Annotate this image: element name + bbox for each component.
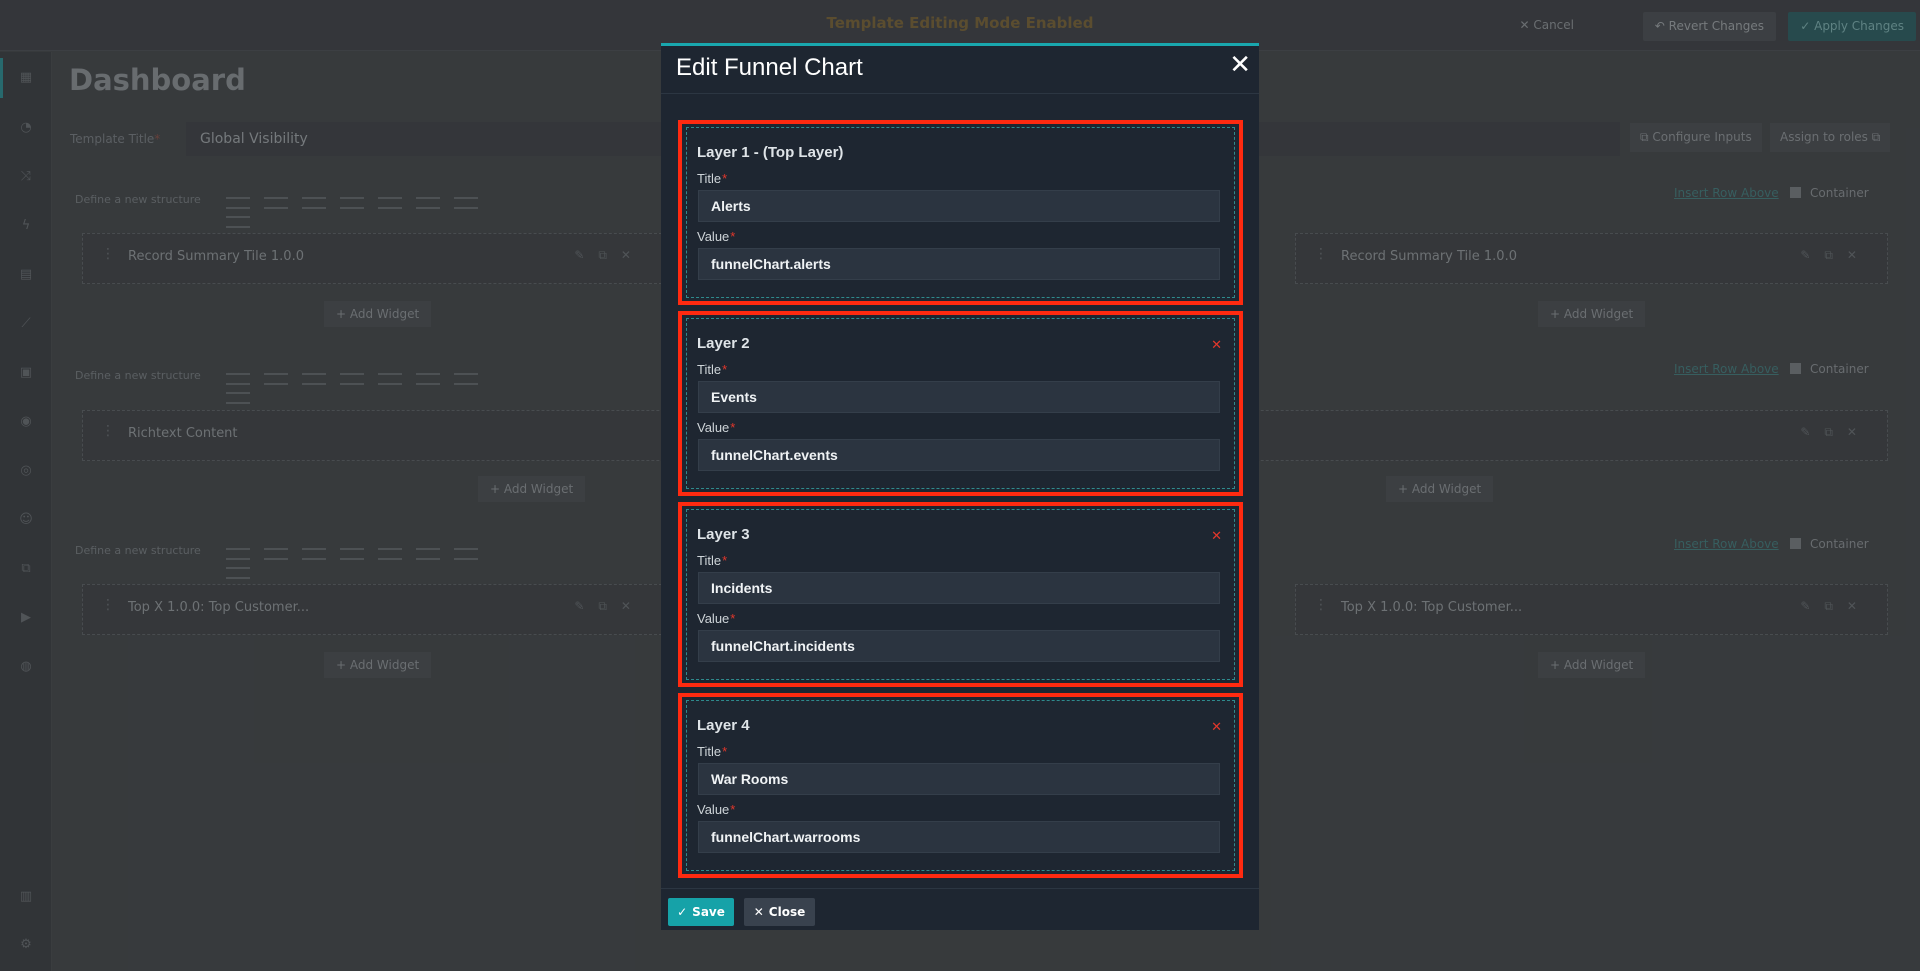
close-label: Close xyxy=(768,905,806,919)
layer-2: Layer 2 ✕ Title* Events Value* funnelCha… xyxy=(686,318,1235,489)
value-label: Value* xyxy=(697,802,736,817)
title-label: Title* xyxy=(697,744,728,759)
layer-value-input[interactable]: funnelChart.events xyxy=(698,439,1220,471)
layer-title: Layer 1 - (Top Layer) xyxy=(697,144,844,161)
save-button[interactable]: ✓ Save xyxy=(668,898,734,926)
modal-footer: ✓ Save ✕ Close xyxy=(661,888,1259,933)
remove-layer-icon[interactable]: ✕ xyxy=(1211,720,1222,735)
value-label: Value* xyxy=(697,420,736,435)
layer-title: Layer 4 xyxy=(697,717,750,734)
layer-title-input[interactable]: Events xyxy=(698,381,1220,413)
layer-title-input[interactable]: War Rooms xyxy=(698,763,1220,795)
title-label: Title* xyxy=(697,171,728,186)
layer-title: Layer 3 xyxy=(697,526,750,543)
value-label: Value* xyxy=(697,229,736,244)
check-icon: ✓ xyxy=(677,905,688,919)
remove-layer-icon[interactable]: ✕ xyxy=(1211,338,1222,353)
close-x-icon: ✕ xyxy=(753,905,764,919)
layer-value-input[interactable]: funnelChart.incidents xyxy=(698,630,1220,662)
modal-header: Edit Funnel Chart ✕ xyxy=(661,46,1259,94)
layer-frame: Layer 3 ✕ Title* Incidents Value* funnel… xyxy=(678,502,1243,687)
layer-title: Layer 2 xyxy=(697,335,750,352)
remove-layer-icon[interactable]: ✕ xyxy=(1211,529,1222,544)
layer-frame: Layer 2 ✕ Title* Events Value* funnelCha… xyxy=(678,311,1243,496)
layer-value-input[interactable]: funnelChart.alerts xyxy=(698,248,1220,280)
layer-frame: Layer 4 ✕ Title* War Rooms Value* funnel… xyxy=(678,693,1243,878)
edit-funnel-chart-modal: Edit Funnel Chart ✕ Layer 1 - (Top Layer… xyxy=(661,43,1259,930)
modal-title: Edit Funnel Chart xyxy=(676,54,863,81)
layer-title-input[interactable]: Alerts xyxy=(698,190,1220,222)
title-label: Title* xyxy=(697,553,728,568)
close-button[interactable]: ✕ Close xyxy=(744,898,815,926)
value-label: Value* xyxy=(697,611,736,626)
close-icon[interactable]: ✕ xyxy=(1229,50,1251,80)
layer-title-input[interactable]: Incidents xyxy=(698,572,1220,604)
title-label: Title* xyxy=(697,362,728,377)
layer-4: Layer 4 ✕ Title* War Rooms Value* funnel… xyxy=(686,700,1235,871)
layer-value-input[interactable]: funnelChart.warrooms xyxy=(698,821,1220,853)
layer-3: Layer 3 ✕ Title* Incidents Value* funnel… xyxy=(686,509,1235,680)
layer-frame: Layer 1 - (Top Layer) Title* Alerts Valu… xyxy=(678,120,1243,305)
save-label: Save xyxy=(692,905,725,919)
layer-1: Layer 1 - (Top Layer) Title* Alerts Valu… xyxy=(686,127,1235,298)
